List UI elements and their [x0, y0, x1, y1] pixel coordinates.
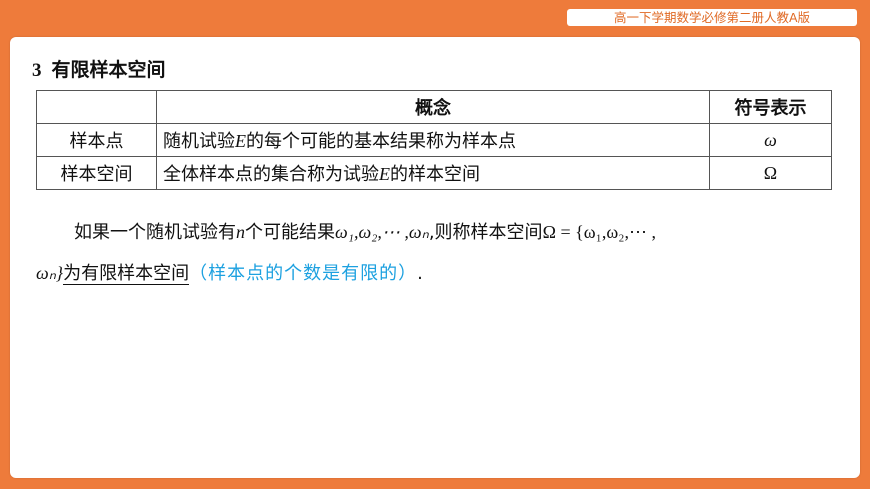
- variable-E: E: [235, 131, 246, 151]
- header-cell-symbol: 符号表示: [709, 90, 832, 124]
- concept-cell: 全体样本点的集合称为试验E的样本空间: [156, 156, 710, 190]
- header-cell-concept: 概念: [156, 90, 710, 124]
- table-header-row: 概念 符号表示: [36, 90, 832, 124]
- symbol-cell: Ω: [709, 156, 832, 190]
- term-cell: 样本点: [36, 123, 157, 157]
- symbol-cell: ω: [709, 123, 832, 157]
- para-text: ,则称样本空间: [428, 222, 543, 243]
- term-cell: 样本空间: [36, 156, 157, 190]
- definition-paragraph: 如果一个随机试验有n个可能结果ω₁,ω₂,⋯ ,ωₙ,则称样本空间Ω = {ω₁…: [36, 212, 836, 294]
- concept-text: 的每个可能的基本结果称为样本点: [246, 131, 516, 152]
- para-text: 如果一个随机试验有: [74, 222, 236, 243]
- variable-n: n: [236, 222, 245, 242]
- header-cell-term: [36, 90, 157, 124]
- section-heading: 3 有限样本空间: [32, 55, 166, 82]
- concept-text: 全体样本点的集合称为试验: [163, 164, 379, 185]
- sample-space-set: Ω = {ω₁,ω₂,⋯ ,: [542, 222, 656, 242]
- table-row: 样本点 随机试验E的每个可能的基本结果称为样本点 ω: [36, 123, 832, 157]
- concept-text: 的样本空间: [390, 164, 480, 185]
- note-text: （样本点的个数是有限的）: [189, 263, 418, 284]
- variable-E: E: [379, 164, 390, 184]
- para-text: 个可能结果: [245, 222, 335, 243]
- concept-text: 随机试验: [163, 131, 235, 152]
- section-title: 有限样本空间: [51, 59, 166, 81]
- para-period: .: [417, 263, 423, 284]
- concept-cell: 随机试验E的每个可能的基本结果称为样本点: [156, 123, 710, 157]
- section-number: 3: [32, 60, 42, 81]
- course-label: 高一下学期数学必修第二册人教A版: [567, 9, 857, 26]
- sample-space-set-end: ωₙ}: [36, 263, 64, 283]
- finite-sample-space-term: 为有限样本空间: [63, 263, 190, 285]
- concept-table: 概念 符号表示 样本点 随机试验E的每个可能的基本结果称为样本点 ω 样本空间 …: [36, 90, 832, 190]
- outcomes-list: ω₁,ω₂,⋯ ,ωₙ: [335, 222, 429, 242]
- content-panel: 3 有限样本空间 概念 符号表示 样本点 随机试验E的每个可能的基本结果称为样本点…: [10, 37, 860, 478]
- table-row: 样本空间 全体样本点的集合称为试验E的样本空间 Ω: [36, 156, 832, 190]
